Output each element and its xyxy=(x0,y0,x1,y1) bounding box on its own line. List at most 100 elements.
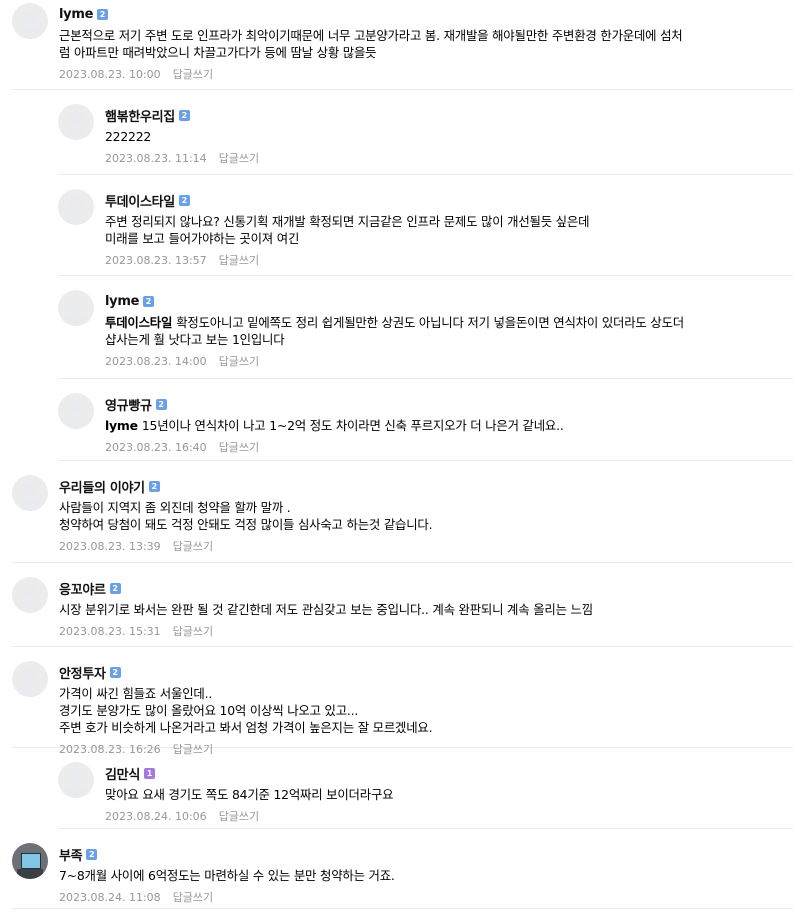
comment-text-segment: 15년이나 연식차이 나고 1~2억 정도 차이라면 신축 푸르지오가 더 나은… xyxy=(141,418,564,433)
comment-text: 주변 정리되지 않나요? 신통기획 재개발 확정되면 지금같은 인프라 문제도 … xyxy=(105,213,793,247)
comment-date: 2023.08.23. 13:39 xyxy=(59,540,161,553)
mention-name[interactable]: lyme xyxy=(105,418,138,433)
comment-content: 우리들의 이야기 2 사람들이 지역지 좀 외진데 청약을 할까 말까 . 청약하여 … xyxy=(59,475,793,555)
author-nickname[interactable]: lyme xyxy=(59,7,93,22)
avatar[interactable] xyxy=(12,475,48,511)
reply-button[interactable]: 답글쓰기 xyxy=(219,810,259,823)
mention-name[interactable]: 투데이스타일 xyxy=(105,315,172,330)
avatar-body-shape xyxy=(63,313,89,326)
avatar-head-shape xyxy=(69,769,83,783)
author-nickname[interactable]: 부족 xyxy=(59,845,83,864)
comment-text-segment: 확정도아니고 밑에쪽도 정리 쉽게될만한 상권도 아닙니다 저기 넣을돈이면 연… xyxy=(176,315,684,330)
comment-text: 근본적으로 저기 주변 도로 인프라가 최악이기때문에 너무 고분양가라고 봄.… xyxy=(59,27,793,61)
member-level-icon: 2 xyxy=(109,582,121,594)
author-nickname[interactable]: 안정투자 xyxy=(59,663,106,682)
avatar-head-shape xyxy=(23,482,37,496)
reply-button[interactable]: 답글쓰기 xyxy=(173,891,213,904)
comment-date: 2023.08.23. 11:14 xyxy=(105,152,207,165)
comment-author-row: lyme 2 xyxy=(59,5,793,23)
comment-text-line: 근본적으로 저기 주변 도로 인프라가 최악이기때문에 너무 고분양가라고 봄.… xyxy=(59,28,683,43)
avatar[interactable] xyxy=(58,104,94,140)
comment-text: 7~8개월 사이에 6억정도는 마련하실 수 있는 분만 청약하는 거죠. xyxy=(59,867,793,884)
avatar-body-shape xyxy=(63,416,89,429)
comment-author-row: 영규빵규 2 xyxy=(105,395,793,414)
member-level-icon: 2 xyxy=(143,295,155,307)
comment-author-row: 응꼬야르 2 xyxy=(59,579,793,598)
reply-item: 햄볶한우리집 2 222222 2023.08.23. 11:14 답글쓰기 xyxy=(58,90,793,175)
comment-meta: 2023.08.23. 14:00 답글쓰기 xyxy=(105,354,793,370)
avatar-body-shape xyxy=(17,498,43,511)
comment-item: 우리들의 이야기 2 사람들이 지역지 좀 외진데 청약을 할까 말까 . 청약하여 … xyxy=(12,461,793,563)
reply-button[interactable]: 답글쓰기 xyxy=(173,625,213,638)
avatar[interactable] xyxy=(12,577,48,613)
avatar[interactable] xyxy=(58,393,94,429)
reply-item: 투데이스타일 2 주변 정리되지 않나요? 신통기획 재개발 확정되면 지금같은 인… xyxy=(58,175,793,276)
reply-button[interactable]: 답글쓰기 xyxy=(173,68,213,81)
comment-content: 김만식 1 맞아요 요새 경기도 쪽도 84기준 12억짜리 보이더라구요 2023.… xyxy=(105,762,793,825)
comment-text: 맞아요 요새 경기도 쪽도 84기준 12억짜리 보이더라구요 xyxy=(105,786,793,803)
comment-date: 2023.08.23. 15:31 xyxy=(59,625,161,638)
comment-text-line: 샵사는게 훨 낫다고 보는 1인입니다 xyxy=(105,332,285,347)
comment-author-row: 햄볶한우리집 2 xyxy=(105,106,793,125)
comment-meta: 2023.08.23. 16:40 답글쓰기 xyxy=(105,440,793,456)
avatar-body-shape xyxy=(17,26,43,39)
reply-button[interactable]: 답글쓰기 xyxy=(173,540,213,553)
avatar[interactable] xyxy=(58,189,94,225)
member-level-icon: 2 xyxy=(178,109,190,121)
avatar-photo-screen xyxy=(21,853,41,869)
author-nickname[interactable]: 김만식 xyxy=(105,764,140,783)
comment-text-line: 투데이스타일 확정도아니고 밑에쪽도 정리 쉽게될만한 상권도 아닙니다 저기 넣… xyxy=(105,314,793,331)
author-nickname[interactable]: 투데이스타일 xyxy=(105,191,175,210)
comment-text-line: 주변 호가 비슷하게 나온거라고 봐서 엄청 가격이 높은지는 잘 모르겠네요. xyxy=(59,720,433,735)
comment-text-line: lyme 15년이나 연식차이 나고 1~2억 정도 차이라면 신축 푸르지오가 … xyxy=(105,417,793,434)
avatar[interactable] xyxy=(12,661,48,697)
comment-meta: 2023.08.23. 10:00 답글쓰기 xyxy=(59,67,793,83)
comment-date: 2023.08.24. 11:08 xyxy=(59,891,161,904)
avatar[interactable] xyxy=(12,3,48,39)
comment-item: 부족 2 7~8개월 사이에 6억정도는 마련하실 수 있는 분만 청약하는 거죠.… xyxy=(12,829,793,909)
author-nickname[interactable]: lyme xyxy=(105,294,139,309)
author-nickname[interactable]: 우리들의 이야기 xyxy=(59,477,145,496)
comment-text-line: 222222 xyxy=(105,129,152,144)
comment-text-line: 7~8개월 사이에 6억정도는 마련하실 수 있는 분만 청약하는 거죠. xyxy=(59,868,395,883)
comment-meta: 2023.08.24. 11:08 답글쓰기 xyxy=(59,890,793,906)
comment-text-line: 럼 아파트만 때려박았으니 차끌고가다가 등에 땀날 상황 많을듯 xyxy=(59,45,377,60)
comment-text-line: 가격이 싸긴 힘들죠 서울인데.. xyxy=(59,686,213,701)
comment-meta: 2023.08.24. 10:06 답글쓰기 xyxy=(105,809,793,825)
author-nickname[interactable]: 햄볶한우리집 xyxy=(105,106,175,125)
member-level-icon: 2 xyxy=(155,398,167,410)
reply-button[interactable]: 답글쓰기 xyxy=(219,355,259,368)
author-nickname[interactable]: 영규빵규 xyxy=(105,395,152,414)
comment-list: lyme 2 근본적으로 저기 주변 도로 인프라가 최악이기때문에 너무 고분양가… xyxy=(0,0,793,909)
avatar-body-shape xyxy=(63,212,89,225)
reply-button[interactable]: 답글쓰기 xyxy=(219,441,259,454)
avatar-body-shape xyxy=(63,127,89,140)
avatar-head-shape xyxy=(23,10,37,24)
comment-item: 안정투자 2 가격이 싸긴 힘들죠 서울인데.. 경기도 분양가도 많이 올랐어요 1… xyxy=(12,647,793,756)
author-nickname[interactable]: 응꼬야르 xyxy=(59,579,106,598)
reply-button[interactable]: 답글쓰기 xyxy=(219,152,259,165)
comment-content: 투데이스타일 2 주변 정리되지 않나요? 신통기획 재개발 확정되면 지금같은 인… xyxy=(105,189,793,269)
comment-item: 응꼬야르 2 시장 분위기로 봐서는 완판 될 것 같긴한데 저도 관심갖고 보는 … xyxy=(12,563,793,647)
avatar-head-shape xyxy=(69,196,83,210)
comment-meta: 2023.08.23. 11:14 답글쓰기 xyxy=(105,151,793,167)
comment-text: 가격이 싸긴 힘들죠 서울인데.. 경기도 분양가도 많이 올랐어요 10억 이상… xyxy=(59,685,793,736)
reply-button[interactable]: 답글쓰기 xyxy=(219,254,259,267)
comment-text-line: 경기도 분양가도 많이 올랐어요 10억 이상씩 나오고 있고... xyxy=(59,703,359,718)
comment-text-line: 시장 분위기로 봐서는 완판 될 것 같긴한데 저도 관심갖고 보는 중입니다.… xyxy=(59,602,593,617)
avatar[interactable] xyxy=(58,290,94,326)
comment-author-row: 투데이스타일 2 xyxy=(105,191,793,210)
comment-meta: 2023.08.23. 13:57 답글쓰기 xyxy=(105,253,793,269)
comment-content: 영규빵규 2 lyme 15년이나 연식차이 나고 1~2억 정도 차이라면 신축 푸… xyxy=(105,393,793,456)
comment-content: 햄볶한우리집 2 222222 2023.08.23. 11:14 답글쓰기 xyxy=(105,104,793,167)
comment-author-row: 부족 2 xyxy=(59,845,793,864)
member-level-icon: 1 xyxy=(143,767,155,779)
avatar[interactable] xyxy=(12,843,48,879)
avatar[interactable] xyxy=(58,762,94,798)
comment-text-line: 청약하여 당첨이 돼도 걱정 안돼도 걱정 많이들 심사숙고 하는것 같습니다. xyxy=(59,517,433,532)
member-level-icon: 2 xyxy=(148,480,160,492)
comment-text: 222222 xyxy=(105,128,793,145)
reply-item: 영규빵규 2 lyme 15년이나 연식차이 나고 1~2억 정도 차이라면 신축 푸… xyxy=(58,379,793,461)
comment-author-row: 안정투자 2 xyxy=(59,663,793,682)
comment-date: 2023.08.23. 16:40 xyxy=(105,441,207,454)
